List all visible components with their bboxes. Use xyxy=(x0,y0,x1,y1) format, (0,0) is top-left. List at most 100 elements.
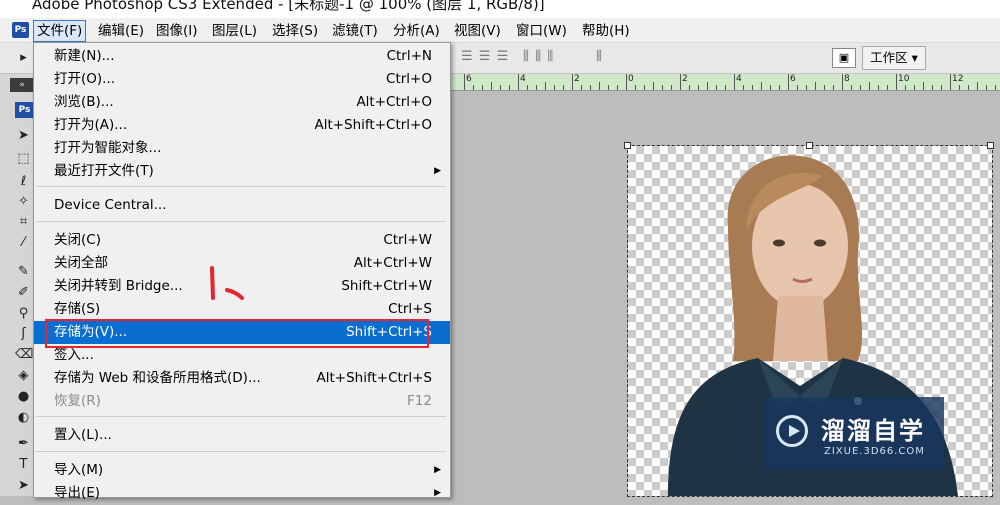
healing-brush-icon[interactable]: ✎ xyxy=(15,262,32,281)
ruler-minor-tick xyxy=(563,85,564,90)
dodge-tool-icon[interactable]: ◐ xyxy=(15,408,32,427)
type-tool-icon[interactable]: T xyxy=(15,455,32,474)
marquee-tool-icon[interactable]: ⬚ xyxy=(15,149,32,168)
ruler-major-tick xyxy=(464,74,465,90)
ruler-minor-tick xyxy=(995,85,996,90)
play-logo-icon xyxy=(776,415,808,447)
ruler-major-tick xyxy=(950,74,951,90)
menu-window[interactable]: 窗口(W) xyxy=(513,21,570,41)
menu-item-import[interactable]: 导入(M) ▶ xyxy=(34,459,450,482)
menu-item-device-central[interactable]: Device Central... xyxy=(34,194,450,217)
menu-item-place[interactable]: 置入(L)... xyxy=(34,424,450,447)
bridge-camera-icon[interactable]: ▣ xyxy=(832,48,856,68)
ruler-minor-tick xyxy=(698,85,699,90)
menu-item-export[interactable]: 导出(E) ▶ xyxy=(34,482,450,505)
ruler-minor-tick xyxy=(806,85,807,90)
horizontal-ruler: 6 4 2 0 2 4 6 8 10 12 xyxy=(449,74,1000,91)
magic-wand-icon[interactable]: ✧ xyxy=(15,192,32,211)
ruler-minor-tick xyxy=(491,82,492,90)
ruler-minor-tick xyxy=(869,82,870,90)
ruler-label: 6 xyxy=(466,74,472,84)
paint-bucket-icon[interactable]: ◈ xyxy=(15,366,32,385)
ruler-minor-tick xyxy=(914,85,915,90)
menu-separator xyxy=(36,186,446,187)
brush-tool-icon[interactable]: ✐ xyxy=(15,283,32,302)
menu-separator xyxy=(36,451,446,452)
ruler-minor-tick xyxy=(536,85,537,90)
ruler-minor-tick xyxy=(815,82,816,90)
auto-align-icon[interactable]: ⫼ xyxy=(596,49,603,64)
eraser-tool-icon[interactable]: ⌫ xyxy=(15,345,33,364)
blur-tool-icon[interactable]: ● xyxy=(15,387,32,406)
menu-item-revert: 恢复(R) F12 xyxy=(54,393,432,409)
submenu-arrow-icon: ▶ xyxy=(434,166,441,176)
watermark-url: ZIXUE.3D66.COM xyxy=(824,446,925,457)
lasso-tool-icon[interactable]: ℓ xyxy=(15,172,32,191)
ruler-minor-tick xyxy=(761,82,762,90)
ruler-minor-tick xyxy=(725,85,726,90)
menu-edit[interactable]: 编辑(E) xyxy=(95,21,147,41)
pen-tool-icon[interactable]: ✒ xyxy=(15,434,32,453)
ruler-minor-tick xyxy=(671,85,672,90)
menu-layer[interactable]: 图层(L) xyxy=(209,21,260,41)
ruler-major-tick xyxy=(734,74,735,90)
distribute-vertical-icons[interactable]: ☰ ☰ ☰ xyxy=(461,49,509,64)
ruler-minor-tick xyxy=(797,85,798,90)
menu-item-save-for-web[interactable]: 存储为 Web 和设备所用格式(D)... Alt+Shift+Ctrl+S xyxy=(34,367,450,390)
watermark-title: 溜溜自学 xyxy=(821,417,925,445)
ruler-minor-tick xyxy=(653,82,654,90)
annotation-highlight-box xyxy=(45,319,429,348)
ruler-minor-tick xyxy=(608,85,609,90)
ruler-minor-tick xyxy=(581,85,582,90)
watermark: 溜溜自学 ZIXUE.3D66.COM xyxy=(764,397,944,469)
ruler-minor-tick xyxy=(689,85,690,90)
ruler-minor-tick xyxy=(635,85,636,90)
menu-item-browse[interactable]: 浏览(B)... Alt+Ctrl+O xyxy=(34,91,450,114)
ruler-major-tick xyxy=(572,74,573,90)
distribute-horizontal-icons[interactable]: ⫼ ⫼ ⫼ xyxy=(523,49,554,64)
ruler-minor-tick xyxy=(833,85,834,90)
ruler-major-tick xyxy=(626,74,627,90)
crop-tool-icon[interactable]: ⌗ xyxy=(15,212,32,231)
history-brush-icon[interactable]: ʃ xyxy=(15,324,32,343)
menu-item-open-as[interactable]: 打开为(A)... Alt+Shift+Ctrl+O xyxy=(34,114,450,137)
move-tool-icon-2[interactable]: ➤ xyxy=(15,126,32,145)
menu-separator xyxy=(36,221,446,222)
menu-filter[interactable]: 滤镜(T) xyxy=(329,21,381,41)
menu-item-close[interactable]: 关闭(C) Ctrl+W xyxy=(34,229,450,252)
workspace-button[interactable]: 工作区 ▾ xyxy=(862,46,926,70)
menu-item-open-recent[interactable]: 最近打开文件(T) ▶ xyxy=(34,160,450,183)
ruler-minor-tick xyxy=(599,82,600,90)
eyedropper-icon[interactable]: ⁄ xyxy=(15,233,32,252)
ruler-minor-tick xyxy=(482,85,483,90)
menu-item-open-smart-object[interactable]: 打开为智能对象... xyxy=(34,137,450,160)
menu-help[interactable]: 帮助(H) xyxy=(579,21,633,41)
ruler-minor-tick xyxy=(932,85,933,90)
menu-view[interactable]: 视图(V) xyxy=(451,21,504,41)
ruler-label: 4 xyxy=(736,74,742,84)
ruler-minor-tick xyxy=(617,85,618,90)
ruler-minor-tick xyxy=(878,85,879,90)
ruler-minor-tick xyxy=(662,85,663,90)
panel-collapse-icon[interactable]: » xyxy=(10,78,34,92)
menu-file[interactable]: 文件(F) xyxy=(33,20,87,42)
menu-item-new[interactable]: 新建(N)... Ctrl+N xyxy=(34,45,450,68)
ruler-minor-tick xyxy=(860,85,861,90)
ruler-minor-tick xyxy=(968,85,969,90)
menu-analysis[interactable]: 分析(A) xyxy=(390,21,443,41)
menu-image[interactable]: 图像(I) xyxy=(153,21,201,41)
ruler-minor-tick xyxy=(743,85,744,90)
ruler-minor-tick xyxy=(707,82,708,90)
menu-select[interactable]: 选择(S) xyxy=(269,21,321,41)
ruler-major-tick xyxy=(896,74,897,90)
path-select-icon[interactable]: ➤ xyxy=(15,476,32,495)
move-tool-icon[interactable]: ▸ xyxy=(15,48,32,67)
ruler-minor-tick xyxy=(887,85,888,90)
ruler-minor-tick xyxy=(986,85,987,90)
ruler-label: 0 xyxy=(628,74,634,84)
menu-item-open[interactable]: 打开(O)... Ctrl+O xyxy=(34,68,450,91)
clone-stamp-icon[interactable]: ⚲ xyxy=(15,304,32,323)
ruler-minor-tick xyxy=(545,82,546,90)
submenu-arrow-icon: ▶ xyxy=(434,465,441,475)
ruler-minor-tick xyxy=(473,85,474,90)
